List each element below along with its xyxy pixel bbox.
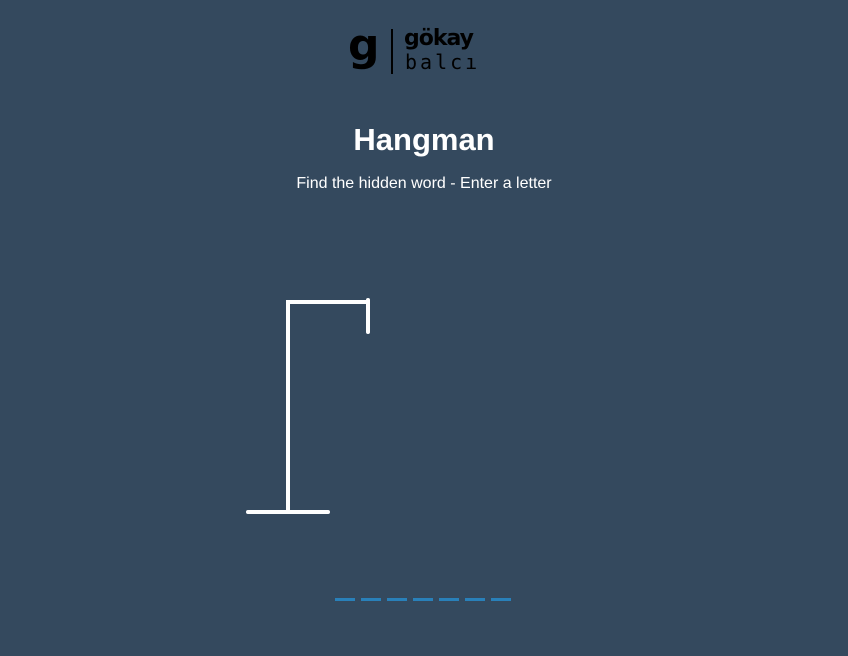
letter-slot bbox=[413, 598, 433, 601]
letter-slot bbox=[439, 598, 459, 601]
gallows-figure bbox=[246, 298, 370, 514]
game-page: g gökay balcı Hangman Find the hidden wo… bbox=[0, 0, 848, 656]
letter-slot bbox=[491, 598, 511, 601]
word-slots bbox=[335, 598, 511, 602]
letter-slot bbox=[361, 598, 381, 601]
letter-slot bbox=[465, 598, 485, 601]
letter-slot bbox=[387, 598, 407, 601]
letter-slot bbox=[335, 598, 355, 601]
